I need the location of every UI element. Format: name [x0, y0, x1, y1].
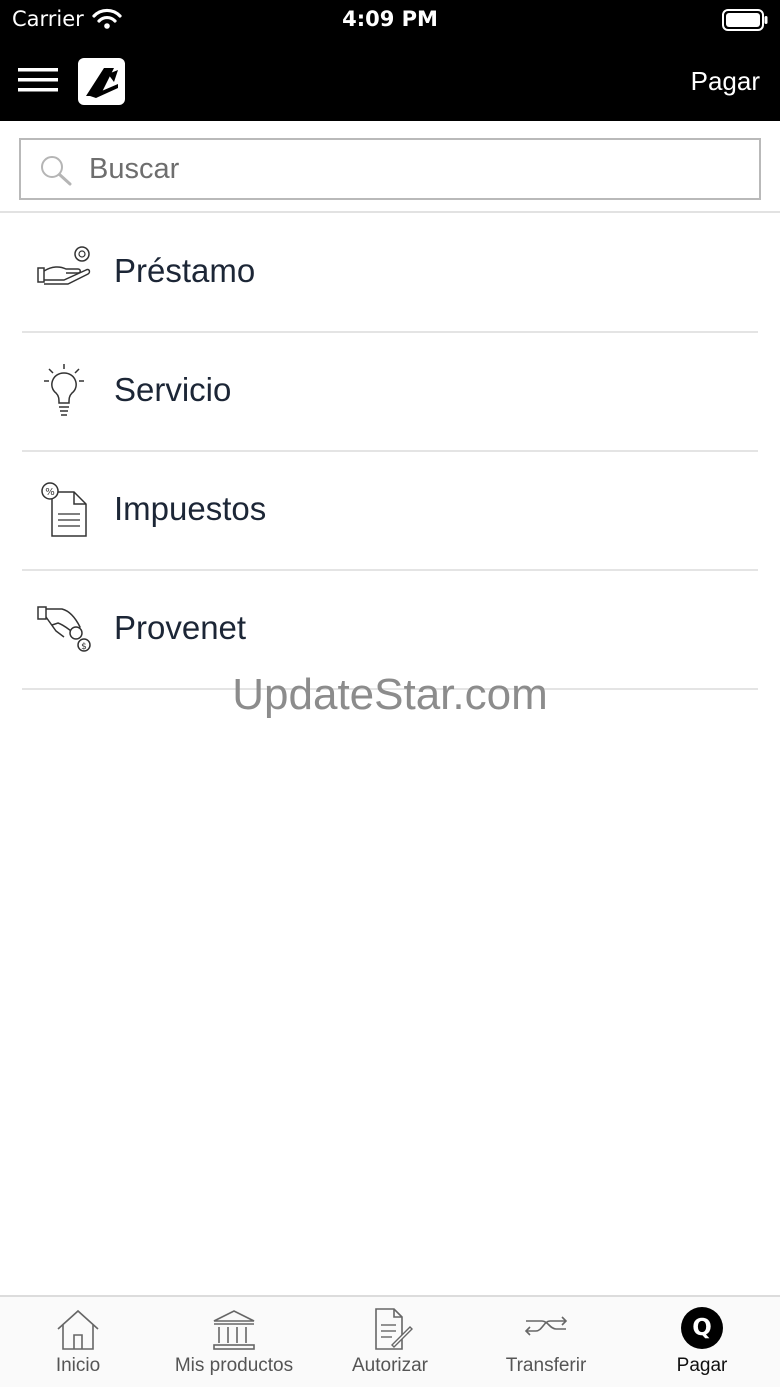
nav-bar: Pagar	[0, 40, 780, 121]
tab-pagar[interactable]: Q Pagar	[624, 1297, 780, 1387]
tab-bar: Inicio Mis productos Autorizar Transferi…	[0, 1295, 780, 1387]
transfer-arrows-icon	[524, 1316, 568, 1336]
search-input[interactable]	[89, 150, 739, 188]
status-bar: Carrier 4:09 PM	[0, 0, 780, 40]
payment-options-list: Préstamo Servicio % Impuestos $ Provenet	[0, 214, 780, 690]
watermark-text: UpdateStar.com	[232, 670, 548, 719]
page-title: Pagar	[690, 66, 760, 96]
list-item-impuestos[interactable]: % Impuestos	[0, 452, 780, 571]
tab-autorizar[interactable]: Autorizar	[312, 1297, 468, 1387]
search-box[interactable]	[19, 138, 761, 200]
tab-label: Inicio	[55, 1355, 101, 1376]
item-label: Préstamo	[114, 252, 256, 289]
bank-icon	[213, 1310, 255, 1350]
document-sign-icon	[375, 1308, 413, 1350]
list-item-prestamo[interactable]: Préstamo	[0, 214, 780, 333]
tab-label: Mis productos	[174, 1355, 294, 1376]
search-area	[0, 121, 780, 213]
tab-label: Transferir	[505, 1355, 587, 1376]
item-label: Impuestos	[114, 490, 267, 527]
logo-mark-icon	[86, 68, 118, 98]
lightbulb-icon	[44, 364, 84, 416]
item-label: Servicio	[114, 371, 232, 408]
tab-label: Autorizar	[351, 1355, 429, 1376]
search-icon	[41, 156, 72, 186]
bank-logo	[78, 58, 125, 105]
svg-text:$: $	[81, 642, 87, 652]
status-time: 4:09 PM	[342, 7, 438, 31]
pay-q-icon: Q	[681, 1307, 723, 1349]
list-item-servicio[interactable]: Servicio	[0, 333, 780, 452]
hand-coin-icon	[37, 246, 91, 285]
tab-mis-productos[interactable]: Mis productos	[156, 1297, 312, 1387]
svg-text:%: %	[45, 487, 55, 498]
hamburger-menu-icon[interactable]	[18, 62, 58, 98]
hand-coins-icon: $	[37, 606, 91, 652]
home-icon	[57, 1309, 99, 1350]
tab-label: Pagar	[676, 1355, 728, 1376]
battery-icon	[722, 9, 768, 31]
tab-transferir[interactable]: Transferir	[468, 1297, 624, 1387]
tab-inicio[interactable]: Inicio	[0, 1297, 156, 1387]
tax-document-icon: %	[41, 482, 87, 537]
item-label: Provenet	[114, 609, 247, 646]
